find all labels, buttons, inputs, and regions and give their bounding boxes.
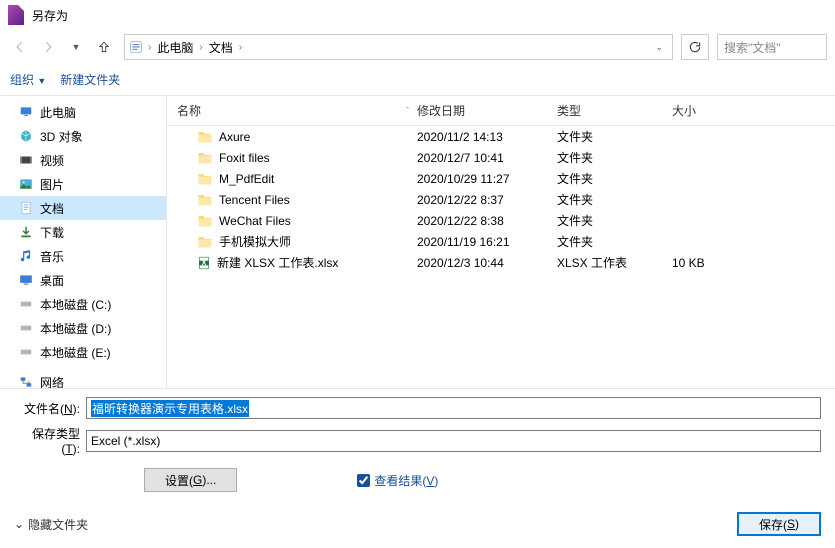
file-date: 2020/11/19 16:21 <box>417 235 557 249</box>
sidebar-item-pc[interactable]: 此电脑 <box>0 100 166 124</box>
file-name: Tencent Files <box>219 193 290 207</box>
sidebar-item-download[interactable]: 下载 <box>0 220 166 244</box>
file-date: 2020/10/29 11:27 <box>417 172 557 186</box>
chevron-down-icon: ▼ <box>37 76 46 86</box>
file-date: 2020/12/3 10:44 <box>417 256 557 270</box>
chevron-right-icon: › <box>146 42 153 53</box>
breadcrumb-current[interactable]: 文档 <box>207 37 235 58</box>
view-result-checkbox[interactable]: 查看结果(V) <box>357 472 438 489</box>
hide-folders-label: 隐藏文件夹 <box>28 516 88 533</box>
sidebar-item-label: 桌面 <box>40 272 64 289</box>
file-date: 2020/11/2 14:13 <box>417 130 557 144</box>
breadcrumb[interactable]: › 此电脑 › 文档 › ⌄ <box>124 34 673 60</box>
file-row[interactable]: Foxit files 2020/12/7 10:41文件夹 <box>167 147 835 168</box>
filename-input[interactable]: 福昕转换器演示专用表格.xlsx <box>86 397 821 419</box>
sort-icon: ˆ <box>406 106 409 116</box>
file-row[interactable]: M_PdfEdit 2020/10/29 11:27文件夹 <box>167 168 835 189</box>
chevron-down-icon: ⌄ <box>14 517 24 531</box>
chevron-right-icon: › <box>237 42 244 53</box>
view-result-label: 查看结果(V) <box>374 472 438 489</box>
settings-button[interactable]: 设置(G)... <box>144 468 237 492</box>
filename-label: 文件名(N): <box>14 400 86 417</box>
file-name: Axure <box>219 130 250 144</box>
file-row[interactable]: Tencent Files 2020/12/22 8:37文件夹 <box>167 189 835 210</box>
sidebar-item-label: 此电脑 <box>40 104 76 121</box>
sidebar-item-label: 本地磁盘 (C:) <box>40 296 111 313</box>
save-button[interactable]: 保存(S) <box>737 512 821 536</box>
app-icon <box>8 5 24 25</box>
sidebar-item-disk[interactable]: 本地磁盘 (D:) <box>0 316 166 340</box>
sidebar-item-desktop[interactable]: 桌面 <box>0 268 166 292</box>
file-row[interactable]: WeChat Files 2020/12/22 8:38文件夹 <box>167 210 835 231</box>
sidebar-item-label: 本地磁盘 (E:) <box>40 344 111 361</box>
filetype-label: 保存类型(T): <box>14 425 86 456</box>
file-row[interactable]: Axure 2020/11/2 14:13文件夹 <box>167 126 835 147</box>
sidebar-item-label: 图片 <box>40 176 64 193</box>
search-placeholder: 搜索"文档" <box>724 39 781 56</box>
col-header-date[interactable]: 修改日期 <box>417 102 557 119</box>
sidebar-item-label: 下载 <box>40 224 64 241</box>
up-button[interactable] <box>92 35 116 59</box>
sidebar-item-label: 3D 对象 <box>40 128 83 145</box>
file-type: 文件夹 <box>557 128 672 145</box>
chevron-right-icon: › <box>197 42 204 53</box>
file-type: 文件夹 <box>557 170 672 187</box>
sidebar-item-label: 网络 <box>40 374 64 389</box>
sidebar-item-label: 音乐 <box>40 248 64 265</box>
col-header-name[interactable]: 名称 <box>177 102 201 119</box>
sidebar: 此电脑 3D 对象视频图片文档下载音乐桌面本地磁盘 (C:) 本地磁盘 (D:) 本地… <box>0 96 166 388</box>
file-name: M_PdfEdit <box>219 172 274 186</box>
filetype-dropdown[interactable]: Excel (*.xlsx) <box>86 430 821 452</box>
sidebar-item-video[interactable]: 视频 <box>0 148 166 172</box>
sidebar-item-3d[interactable]: 3D 对象 <box>0 124 166 148</box>
file-type: 文件夹 <box>557 212 672 229</box>
forward-button <box>36 35 60 59</box>
file-type: XLSX 工作表 <box>557 254 672 271</box>
sidebar-item-label: 本地磁盘 (D:) <box>40 320 111 337</box>
back-button <box>8 35 32 59</box>
window-title: 另存为 <box>32 7 68 24</box>
file-size: 10 KB <box>672 256 762 270</box>
sidebar-item-label: 视频 <box>40 152 64 169</box>
file-row[interactable]: X 新建 XLSX 工作表.xlsx 2020/12/3 10:44XLSX 工作表… <box>167 252 835 273</box>
file-name: Foxit files <box>219 151 270 165</box>
file-type: 文件夹 <box>557 233 672 250</box>
file-name: WeChat Files <box>219 214 291 228</box>
sidebar-item-disk[interactable]: 本地磁盘 (E:) <box>0 340 166 364</box>
sidebar-item-image[interactable]: 图片 <box>0 172 166 196</box>
refresh-button[interactable] <box>681 34 709 60</box>
file-date: 2020/12/22 8:37 <box>417 193 557 207</box>
svg-text:X: X <box>202 259 207 266</box>
file-type: 文件夹 <box>557 191 672 208</box>
sidebar-item-doc[interactable]: 文档 <box>0 196 166 220</box>
sidebar-item-network[interactable]: 网络 <box>0 370 166 388</box>
col-header-size[interactable]: 大小 <box>672 102 762 119</box>
file-name: 新建 XLSX 工作表.xlsx <box>217 254 338 271</box>
folder-icon <box>128 39 144 55</box>
col-header-type[interactable]: 类型 <box>557 102 672 119</box>
chevron-down-icon[interactable]: ⌄ <box>649 42 669 53</box>
filename-value: 福昕转换器演示专用表格.xlsx <box>91 400 249 417</box>
sidebar-item-disk[interactable]: 本地磁盘 (C:) <box>0 292 166 316</box>
breadcrumb-root[interactable]: 此电脑 <box>155 37 195 58</box>
file-name: 手机模拟大师 <box>219 233 291 250</box>
organize-menu[interactable]: 组织 ▼ <box>10 71 46 88</box>
file-date: 2020/12/7 10:41 <box>417 151 557 165</box>
sidebar-item-music[interactable]: 音乐 <box>0 244 166 268</box>
file-date: 2020/12/22 8:38 <box>417 214 557 228</box>
file-type: 文件夹 <box>557 149 672 166</box>
new-folder-button[interactable]: 新建文件夹 <box>60 71 120 88</box>
search-input[interactable]: 搜索"文档" <box>717 34 827 60</box>
file-row[interactable]: 手机模拟大师 2020/11/19 16:21文件夹 <box>167 231 835 252</box>
sidebar-item-label: 文档 <box>40 200 64 217</box>
hide-folders-toggle[interactable]: ⌄ 隐藏文件夹 <box>14 516 88 533</box>
filetype-value: Excel (*.xlsx) <box>91 434 160 448</box>
recent-dropdown[interactable]: ▼ <box>64 35 88 59</box>
